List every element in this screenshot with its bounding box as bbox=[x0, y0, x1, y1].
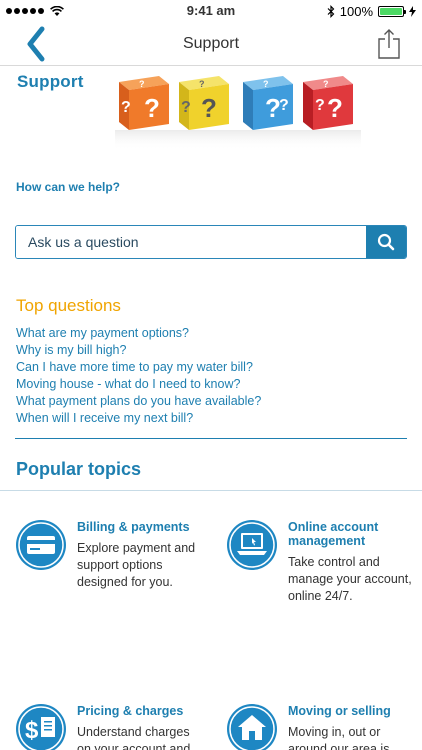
nav-title: Support bbox=[182, 34, 240, 52]
topic-moving-selling[interactable]: Moving or selling Moving in, out or arou… bbox=[227, 704, 417, 750]
topic-description: Take control and manage your account, on… bbox=[288, 555, 412, 603]
svg-text:?: ? bbox=[139, 79, 145, 89]
topic-description: Explore payment and support options desi… bbox=[77, 541, 196, 589]
nav-bar: Support bbox=[0, 22, 422, 66]
signal-group bbox=[6, 5, 64, 17]
svg-text:?: ? bbox=[327, 93, 343, 123]
battery-level bbox=[380, 7, 402, 15]
status-bar: 100% bbox=[0, 0, 422, 22]
svg-text:?: ? bbox=[144, 93, 160, 123]
search-button[interactable] bbox=[366, 226, 406, 258]
chevron-left-icon[interactable] bbox=[22, 25, 52, 63]
wifi-icon bbox=[50, 5, 64, 16]
svg-text:?: ? bbox=[315, 97, 325, 114]
svg-text:?: ? bbox=[181, 99, 191, 116]
top-questions-list: What are my payment options? Why is my b… bbox=[16, 325, 261, 427]
topic-description: Understand charges on your account and bbox=[77, 725, 191, 750]
search-icon bbox=[377, 233, 395, 251]
top-question-link[interactable]: Moving house - what do I need to know? bbox=[16, 376, 261, 393]
charging-icon bbox=[409, 5, 416, 17]
status-right: 100% bbox=[327, 4, 416, 19]
help-question: How can we help? bbox=[16, 180, 121, 194]
top-questions-title: Top questions bbox=[16, 296, 121, 315]
search-input[interactable] bbox=[16, 226, 366, 258]
popular-topics-title: Popular topics bbox=[16, 459, 142, 479]
search-bar bbox=[15, 225, 407, 259]
dollar-document-icon: $ bbox=[16, 704, 66, 750]
support-heading: Support bbox=[17, 72, 84, 91]
topic-title: Pricing & charges bbox=[77, 704, 184, 718]
section-divider bbox=[0, 490, 422, 491]
share-icon[interactable] bbox=[376, 28, 402, 60]
topic-billing-payments[interactable]: Billing & payments Explore payment and s… bbox=[16, 520, 206, 700]
svg-text:?: ? bbox=[201, 93, 217, 123]
battery-percent: 100% bbox=[339, 3, 373, 19]
battery-icon bbox=[378, 5, 406, 17]
topic-description: Moving in, out or around our area is bbox=[288, 725, 390, 750]
svg-text:?: ? bbox=[279, 97, 289, 114]
svg-text:?: ? bbox=[121, 99, 131, 116]
section-divider bbox=[15, 438, 407, 439]
top-question-link[interactable]: When will I receive my next bill? bbox=[16, 410, 261, 427]
svg-text:?: ? bbox=[263, 79, 269, 89]
topic-pricing-charges[interactable]: $ Pricing & charges Understand charges o… bbox=[16, 704, 206, 750]
laptop-icon bbox=[227, 520, 277, 570]
top-question-link[interactable]: Can I have more time to pay my water bil… bbox=[16, 359, 261, 376]
topic-title: Moving or selling bbox=[288, 704, 391, 718]
top-question-link[interactable]: What payment plans do you have available… bbox=[16, 393, 261, 410]
credit-card-icon bbox=[16, 520, 66, 570]
signal-strength-icon bbox=[6, 8, 44, 14]
question-mark-dice-image: ? ? ? ? ? ? ? ? ? ? ? ? bbox=[115, 76, 361, 150]
topic-online-account[interactable]: Online account management Take control a… bbox=[227, 520, 417, 700]
svg-text:$: $ bbox=[25, 717, 39, 744]
bluetooth-icon bbox=[327, 4, 335, 18]
top-question-link[interactable]: What are my payment options? bbox=[16, 325, 261, 342]
topic-title: Billing & payments bbox=[77, 520, 190, 534]
svg-text:?: ? bbox=[199, 79, 205, 89]
top-question-link[interactable]: Why is my bill high? bbox=[16, 342, 261, 359]
svg-text:?: ? bbox=[323, 79, 329, 89]
house-icon bbox=[227, 704, 277, 750]
topic-title: Online account management bbox=[288, 520, 379, 548]
